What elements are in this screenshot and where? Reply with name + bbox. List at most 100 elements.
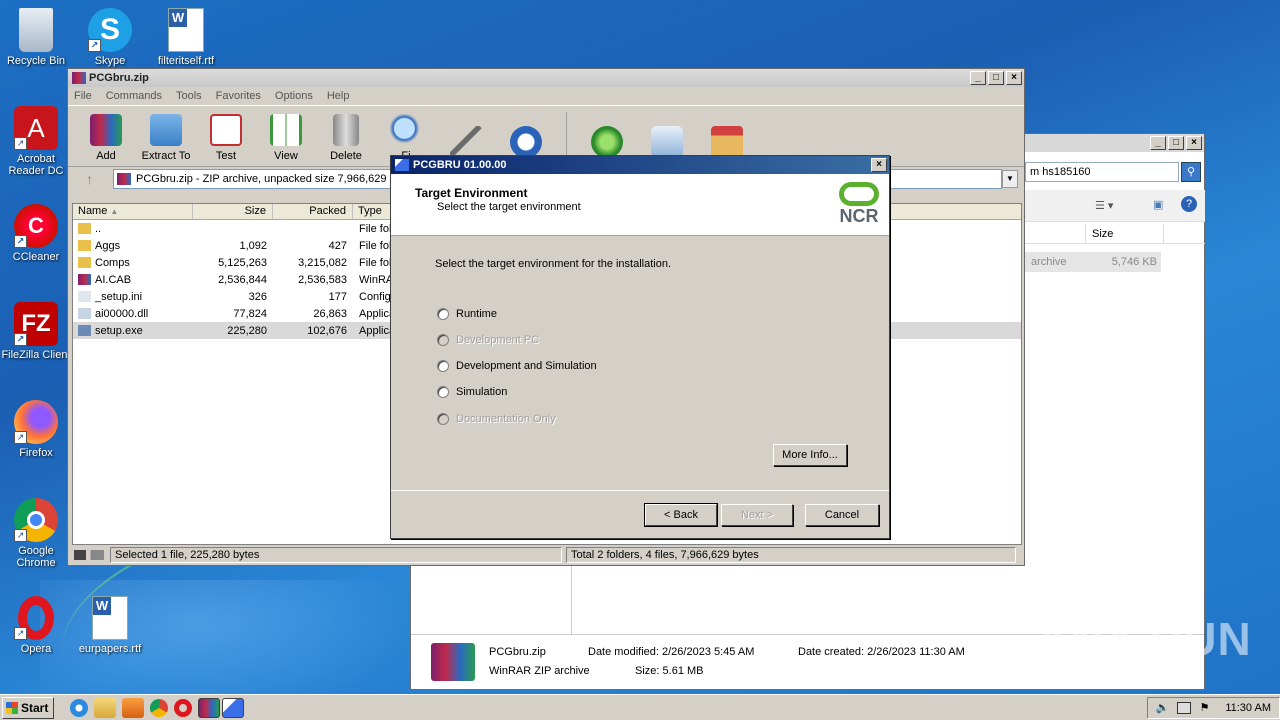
desktop-icon-filteritself[interactable]: W filteritself.rtf <box>150 8 222 67</box>
radio-runtime[interactable]: Runtime <box>437 308 497 320</box>
clock[interactable]: 11:30 AM <box>1225 702 1271 714</box>
more-info-button[interactable]: More Info... <box>773 444 847 466</box>
clipboard-check-icon <box>210 114 242 146</box>
file-name: Comps <box>73 257 193 269</box>
explorer-file-row[interactable]: archive 5,746 KB <box>1025 252 1161 272</box>
column-name[interactable]: Name ▲ <box>73 204 193 219</box>
desktop-icon-label: FileZilla Client <box>1 349 71 361</box>
add-button[interactable]: Add <box>78 114 134 166</box>
magnifier-icon <box>390 114 422 146</box>
extract-to-button[interactable]: Extract To <box>138 114 194 166</box>
desktop-icon-label: filteritself.rtf <box>157 55 215 67</box>
shortcut-arrow-icon: ↗ <box>14 431 27 444</box>
cancel-button[interactable]: Cancel <box>805 504 879 526</box>
drive-icon <box>74 550 104 560</box>
setup-taskbar-icon[interactable] <box>222 697 244 718</box>
action-center-flag-icon[interactable]: ⚑ <box>1199 701 1209 714</box>
desktop-icon-recycle-bin[interactable]: Recycle Bin <box>0 8 72 67</box>
maximize-button[interactable]: □ <box>1168 136 1184 150</box>
volume-icon[interactable]: 🔈 <box>1156 701 1170 714</box>
radio-circle[interactable] <box>437 308 449 320</box>
desktop-icon-chrome[interactable]: ↗ Google Chrome <box>0 498 72 569</box>
maximize-button[interactable]: □ <box>988 71 1004 85</box>
file-size: 326 <box>248 290 267 303</box>
dialog-titlebar: PCGBRU 01.00.00 × <box>391 156 889 174</box>
menu-options[interactable]: Options <box>275 90 313 102</box>
ie-taskbar-icon[interactable] <box>70 698 88 717</box>
back-button[interactable]: < Back <box>644 503 718 527</box>
search-input[interactable]: m hs185160 <box>1025 162 1179 182</box>
file-size: 5,125,263 <box>218 256 267 269</box>
close-button[interactable]: × <box>1006 71 1022 85</box>
menu-favorites[interactable]: Favorites <box>216 90 261 102</box>
shortcut-arrow-icon: ↗ <box>14 333 27 346</box>
dialog-separator <box>391 490 889 491</box>
column-size[interactable]: Size <box>1085 224 1119 244</box>
close-button[interactable]: × <box>871 158 887 172</box>
view-options-icon[interactable]: ☰ ▾ <box>1095 199 1113 212</box>
opera-taskbar-icon[interactable] <box>174 698 192 717</box>
menubar: File Commands Tools Favorites Options He… <box>68 87 1024 105</box>
menu-file[interactable]: File <box>74 90 92 102</box>
desktop-icon-firefox[interactable]: ↗ Firefox <box>0 400 72 459</box>
chrome-taskbar-icon[interactable] <box>150 698 168 717</box>
explorer-taskbar-icon[interactable] <box>94 697 116 718</box>
winrar-app-icon <box>72 72 86 84</box>
media-player-taskbar-icon[interactable] <box>122 697 144 718</box>
up-arrow-icon[interactable]: ↑ <box>86 171 93 187</box>
status-left: Selected 1 file, 225,280 bytes <box>110 547 562 563</box>
desktop-icon-eurpapers[interactable]: W eurpapers.rtf <box>74 596 146 655</box>
view-button[interactable]: View <box>258 114 314 166</box>
column-size[interactable]: Size <box>193 204 273 219</box>
winrar-archive-icon <box>431 643 475 681</box>
archive-icon <box>117 173 131 185</box>
network-icon[interactable] <box>1177 701 1192 714</box>
radio-simulation[interactable]: Simulation <box>437 386 507 398</box>
magic-wand-icon <box>450 126 482 158</box>
comment-icon <box>651 126 683 158</box>
close-button[interactable]: × <box>1186 136 1202 150</box>
minimize-button[interactable]: _ <box>970 71 986 85</box>
details-type: WinRAR ZIP archive <box>489 665 590 677</box>
file-type: WinRA <box>359 273 393 286</box>
radio-documentation-only: Documentation Only <box>437 413 556 425</box>
desktop-icon-label: Acrobat Reader DC <box>8 153 64 177</box>
file-size: 2,536,844 <box>218 273 267 286</box>
radio-circle[interactable] <box>437 360 449 372</box>
menu-tools[interactable]: Tools <box>176 90 202 102</box>
desktop-icon-label: Recycle Bin <box>6 55 66 67</box>
file-size: 1,092 <box>239 239 267 252</box>
file-name: AI.CAB <box>73 274 193 286</box>
ccleaner-icon: C ↗ <box>14 204 58 248</box>
menu-help[interactable]: Help <box>327 90 350 102</box>
desktop-icon-filezilla[interactable]: FZ ↗ FileZilla Client <box>0 302 72 361</box>
book-icon <box>270 114 302 146</box>
delete-button[interactable]: Delete <box>318 114 374 166</box>
minimize-button[interactable]: _ <box>1150 136 1166 150</box>
recycle-bin-icon <box>19 8 53 52</box>
start-button[interactable]: Start <box>2 696 54 719</box>
bug-icon <box>591 126 623 158</box>
winrar-taskbar-icon[interactable] <box>198 697 220 718</box>
opera-icon: ↗ <box>14 596 58 640</box>
desktop-icon-skype[interactable]: S ↗ Skype <box>74 8 146 67</box>
radio-circle <box>437 413 449 425</box>
file-type: Applica <box>359 324 393 337</box>
winrar-titlebar: PCGbru.zip _ □ × <box>68 69 1024 87</box>
menu-commands[interactable]: Commands <box>106 90 162 102</box>
desktop-icon-ccleaner[interactable]: C ↗ CCleaner <box>0 204 72 263</box>
column-packed[interactable]: Packed <box>273 204 353 219</box>
preview-pane-icon[interactable]: ▣ <box>1153 198 1163 211</box>
path-dropdown-button[interactable]: ▼ <box>1002 170 1018 188</box>
radio-circle[interactable] <box>437 386 449 398</box>
help-icon[interactable]: ? <box>1181 196 1197 212</box>
radio-development-and-simulation[interactable]: Development and Simulation <box>437 360 597 372</box>
search-icon[interactable]: ⚲ <box>1181 162 1201 182</box>
column-type[interactable]: Type <box>353 204 393 219</box>
test-button[interactable]: Test <box>198 114 254 166</box>
file-size: 225,280 <box>227 324 267 337</box>
desktop-icon-opera[interactable]: ↗ Opera <box>0 596 72 655</box>
desktop-icon-acrobat[interactable]: A ↗ Acrobat Reader DC <box>0 106 72 177</box>
setup-dialog[interactable]: PCGBRU 01.00.00 × Target Environment Sel… <box>390 155 890 539</box>
details-modified: Date modified: 2/26/2023 5:45 AM <box>588 646 755 658</box>
